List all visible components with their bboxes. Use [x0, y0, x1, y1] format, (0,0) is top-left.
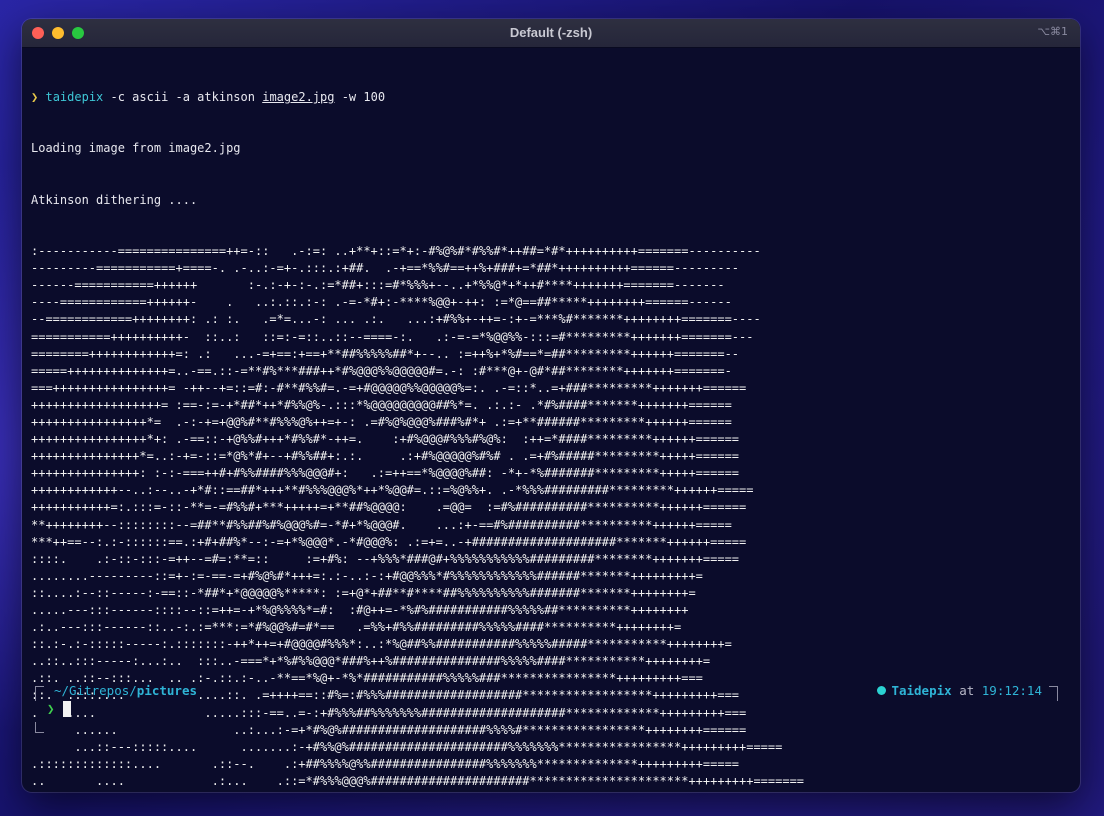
terminal-output[interactable]: ❯ taidepix -c ascii -a atkinson image2.j… [31, 55, 1072, 792]
prompt-status-row: ~/Gitrepos/pictures Taidepix at 19:12:14 [31, 681, 1060, 701]
command-args: -c ascii -a atkinson [103, 90, 263, 105]
prompt-bracket-left-icon [35, 686, 44, 701]
output-line-loading: Loading image from image2.jpg [31, 141, 241, 156]
input-prompt-arrow-icon: ❯ [47, 701, 55, 716]
status-dot-icon [877, 686, 887, 695]
title-bar: Default (-zsh) ⌥⌘1 [22, 19, 1080, 48]
prompt-user: Taidepix [891, 683, 952, 698]
command-file: image2.jpg [262, 90, 335, 105]
command-width-arg: -w 100 [334, 90, 386, 105]
ascii-art-output: :-----------===============++=-:: .-:=: … [31, 244, 805, 792]
prompt-right-info: Taidepix at 19:12:14 [877, 683, 1042, 698]
command-program: taidepix [45, 90, 104, 105]
prompt-bracket-right-icon [1049, 686, 1058, 701]
terminal-window: Default (-zsh) ⌥⌘1 ❯ taidepix -c ascii -… [22, 19, 1080, 792]
prompt-arrow-icon: ❯ [31, 90, 39, 105]
text-cursor[interactable] [63, 701, 71, 717]
prompt-bracket-left-bottom-icon [35, 722, 44, 733]
window-shortcut: ⌥⌘1 [1037, 25, 1068, 38]
command-line: ❯ taidepix -c ascii -a atkinson image2.j… [31, 89, 1072, 106]
prompt-time: 19:12:14 [981, 683, 1042, 698]
window-title: Default (-zsh) [509, 25, 593, 40]
output-line-dithering: Atkinson dithering .... [31, 192, 198, 207]
current-directory: ~/Gitrepos/pictures [54, 683, 198, 698]
